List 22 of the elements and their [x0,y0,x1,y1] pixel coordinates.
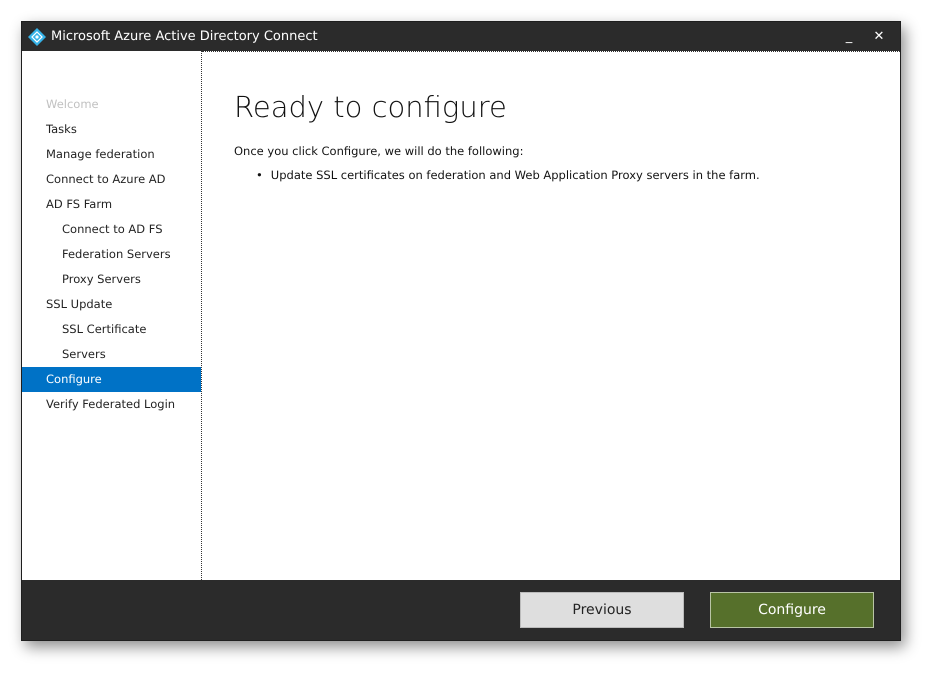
close-button[interactable]: ✕ [864,29,894,44]
bullet-item: Update SSL certificates on federation and Web Application Proxy servers in the farm. [270,167,760,184]
minimize-button[interactable]: _ [834,29,864,44]
bullet-marker: • [256,167,263,184]
sidebar-item[interactable]: Verify Federated Login [22,392,201,417]
sidebar-item[interactable]: Manage federation [22,142,201,167]
intro-text: Once you click Configure, we will do the following: [234,144,524,158]
sidebar-item[interactable]: Federation Servers [22,242,201,267]
sidebar-item[interactable]: Connect to AD FS [22,217,201,242]
window-title: Microsoft Azure Active Directory Connect [51,29,318,44]
sidebar-item[interactable]: Servers [22,342,201,367]
configure-button[interactable]: Configure [710,592,874,628]
sidebar-item[interactable]: Proxy Servers [22,267,201,292]
sidebar-item[interactable]: SSL Certificate [22,317,201,342]
sidebar-item[interactable]: AD FS Farm [22,192,201,217]
previous-button[interactable]: Previous [520,592,684,628]
sidebar-item[interactable]: Tasks [22,117,201,142]
sidebar-item[interactable]: SSL Update [22,292,201,317]
sidebar-item[interactable]: Configure [22,367,201,392]
sidebar-item[interactable]: Connect to Azure AD [22,167,201,192]
page-heading: Ready to configure [234,90,508,124]
diamond-logo-icon [27,26,47,46]
